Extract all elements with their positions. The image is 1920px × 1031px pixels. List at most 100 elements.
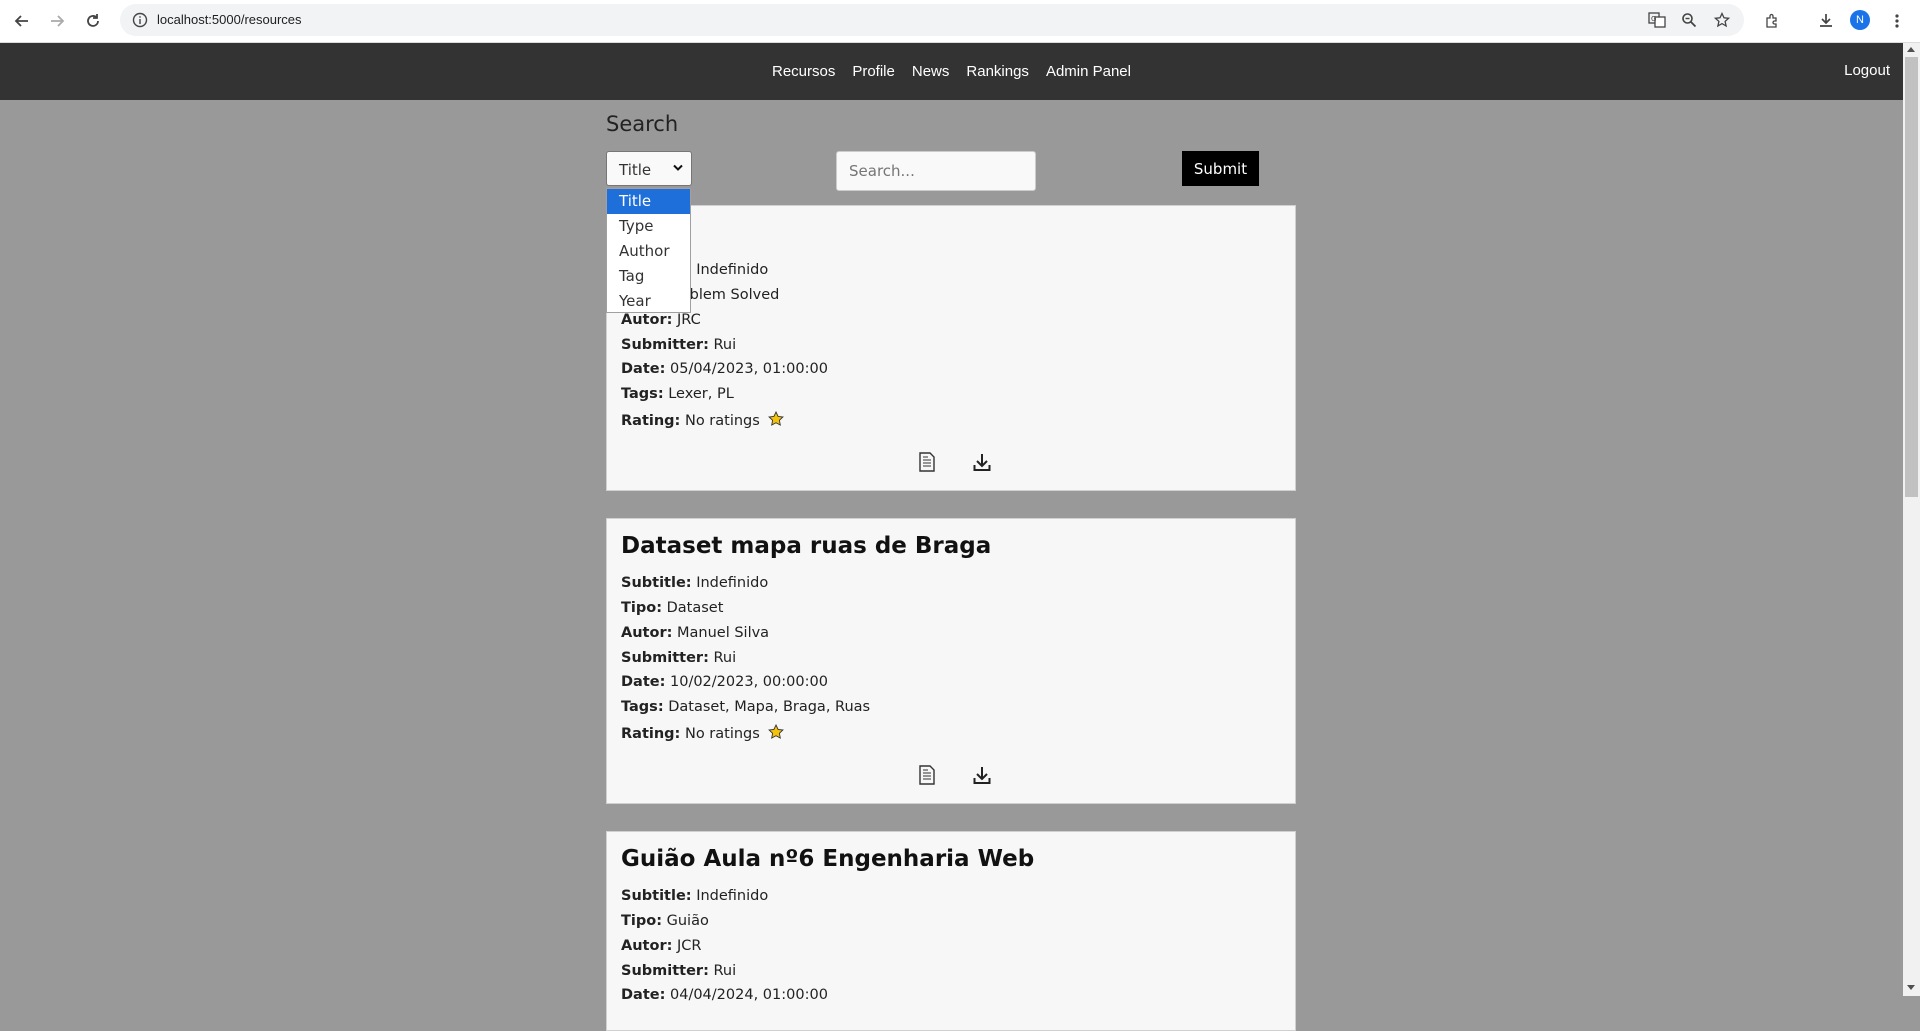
type-label: Tipo: — [621, 600, 663, 616]
resource-rating: Rating: No ratings — [621, 411, 785, 429]
resource-date: Date: 05/04/2023, 01:00:00 — [621, 361, 828, 377]
bookmark-star-icon[interactable] — [1713, 11, 1731, 32]
search-field-select[interactable]: Title — [606, 151, 692, 186]
extensions-icon[interactable] — [1759, 8, 1785, 34]
submitter-label: Submitter: — [621, 337, 709, 353]
option-year[interactable]: Year — [607, 289, 690, 314]
nav-links: Recursos Profile News Rankings Admin Pan… — [0, 43, 1903, 100]
nav-link-recursos[interactable]: Recursos — [763, 63, 843, 80]
resource-type: Tipo: Guião — [621, 913, 709, 929]
tags-label: Tags: — [621, 386, 664, 402]
rating-value: No ratings — [684, 726, 760, 742]
scrollbar-thumb[interactable] — [1905, 57, 1918, 497]
author-label: Autor: — [621, 312, 673, 328]
forward-icon[interactable] — [44, 8, 70, 34]
date-value: 05/04/2023, 01:00:00 — [670, 361, 828, 377]
profile-avatar[interactable]: N — [1850, 10, 1870, 30]
search-heading: Search — [606, 112, 679, 136]
resource-card: Subtitle: Indefinido Tipo: Problem Solve… — [606, 205, 1296, 491]
scroll-down-icon[interactable] — [1907, 985, 1915, 990]
resource-submitter: Submitter: Rui — [621, 650, 736, 666]
resource-date: Date: 10/02/2023, 00:00:00 — [621, 674, 828, 690]
download-icon[interactable] — [1813, 8, 1839, 34]
resource-tags: Tags: Lexer, PL — [621, 386, 734, 402]
translate-icon[interactable]: G — [1648, 12, 1666, 32]
submitter-value: Rui — [713, 963, 737, 979]
resource-subtitle: Subtitle: Indefinido — [621, 575, 768, 591]
star-icon[interactable] — [768, 411, 785, 427]
back-icon[interactable] — [9, 8, 35, 34]
author-label: Autor: — [621, 625, 673, 641]
address-bar[interactable]: localhost:5000/resources G — [120, 4, 1744, 36]
option-type[interactable]: Type — [607, 214, 690, 239]
url-text: localhost:5000/resources — [157, 12, 302, 27]
resource-author: Autor: JRC — [621, 312, 701, 328]
rating-value: No ratings — [684, 413, 760, 429]
submitter-label: Submitter: — [621, 963, 709, 979]
date-value: 04/04/2024, 01:00:00 — [670, 987, 828, 1003]
resource-author: Autor: JCR — [621, 938, 701, 954]
zoom-icon[interactable] — [1681, 12, 1697, 32]
date-value: 10/02/2023, 00:00:00 — [670, 674, 828, 690]
date-label: Date: — [621, 987, 666, 1003]
browser-toolbar: localhost:5000/resources G N — [0, 0, 1920, 43]
logout-link[interactable]: Logout — [1844, 62, 1890, 79]
star-icon[interactable] — [768, 724, 785, 740]
document-icon[interactable] — [919, 765, 935, 785]
site-navbar: Recursos Profile News Rankings Admin Pan… — [0, 43, 1903, 100]
submitter-value: Rui — [713, 337, 737, 353]
tags-label: Tags: — [621, 699, 664, 715]
resource-card: Dataset mapa ruas de Braga Subtitle: Ind… — [606, 518, 1296, 804]
rating-label: Rating: — [621, 726, 681, 742]
nav-link-profile[interactable]: Profile — [844, 63, 904, 80]
subtitle-value: Indefinido — [696, 888, 769, 904]
date-label: Date: — [621, 361, 666, 377]
author-value: JRC — [677, 312, 701, 328]
resource-tags: Tags: Dataset, Mapa, Braga, Ruas — [621, 699, 870, 715]
tags-value: Dataset, Mapa, Braga, Ruas — [668, 699, 871, 715]
nav-link-admin-panel[interactable]: Admin Panel — [1037, 63, 1139, 80]
option-tag[interactable]: Tag — [607, 264, 690, 289]
page-scrollbar[interactable] — [1903, 43, 1920, 996]
subtitle-value: Indefinido — [696, 262, 769, 278]
resource-card: Guião Aula nº6 Engenharia Web Subtitle: … — [606, 831, 1296, 1031]
option-author[interactable]: Author — [607, 239, 690, 264]
kebab-menu-icon[interactable] — [1884, 8, 1910, 34]
rating-label: Rating: — [621, 413, 681, 429]
resource-type: Tipo: Dataset — [621, 600, 723, 616]
select-value: Title — [619, 161, 652, 179]
download-icon[interactable] — [973, 765, 991, 785]
resource-title: Guião Aula nº6 Engenharia Web — [621, 846, 1035, 872]
subtitle-label: Subtitle: — [621, 888, 692, 904]
tags-value: Lexer, PL — [668, 386, 734, 402]
svg-text:G: G — [1651, 15, 1656, 23]
resource-date: Date: 04/04/2024, 01:00:00 — [621, 987, 828, 1003]
author-label: Autor: — [621, 938, 673, 954]
option-title[interactable]: Title — [607, 189, 690, 214]
chevron-down-icon — [673, 164, 683, 171]
search-field-options: Title Type Author Tag Year — [606, 188, 691, 313]
date-label: Date: — [621, 674, 666, 690]
author-value: Manuel Silva — [677, 625, 770, 641]
scroll-up-icon[interactable] — [1907, 47, 1915, 52]
type-label: Tipo: — [621, 913, 663, 929]
site-info-icon[interactable] — [132, 12, 148, 32]
resource-rating: Rating: No ratings — [621, 724, 785, 742]
nav-link-rankings[interactable]: Rankings — [958, 63, 1038, 80]
resource-submitter: Submitter: Rui — [621, 337, 736, 353]
resource-title: Dataset mapa ruas de Braga — [621, 533, 992, 559]
document-icon[interactable] — [919, 452, 935, 472]
submit-button[interactable]: Submit — [1182, 151, 1259, 186]
download-icon[interactable] — [973, 452, 991, 472]
type-value: Guião — [666, 913, 709, 929]
subtitle-value: Indefinido — [696, 575, 769, 591]
submitter-label: Submitter: — [621, 650, 709, 666]
nav-link-news[interactable]: News — [903, 63, 958, 80]
search-input[interactable] — [836, 151, 1036, 191]
type-value: Dataset — [666, 600, 724, 616]
submitter-value: Rui — [713, 650, 737, 666]
resource-author: Autor: Manuel Silva — [621, 625, 769, 641]
resource-subtitle: Subtitle: Indefinido — [621, 888, 768, 904]
author-value: JCR — [677, 938, 702, 954]
reload-icon[interactable] — [80, 8, 106, 34]
